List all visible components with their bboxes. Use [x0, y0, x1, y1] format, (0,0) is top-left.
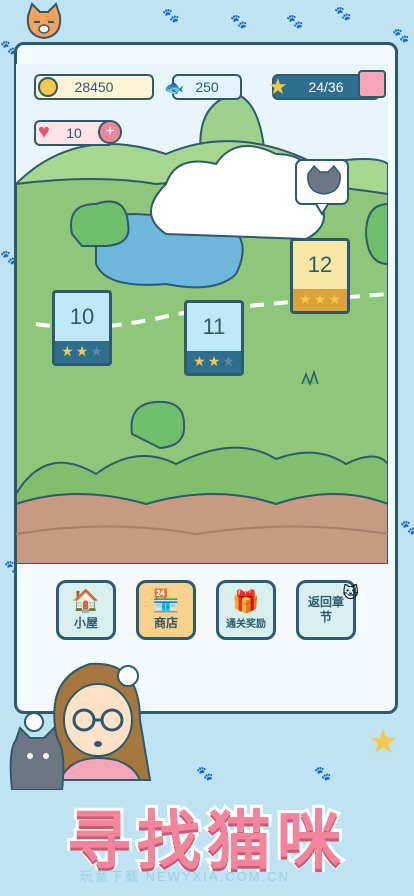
paw-icon: 🐾	[286, 14, 304, 30]
star-icon: ★	[268, 74, 288, 99]
fish-icon: 🐟	[164, 80, 184, 97]
coin-counter: 28450	[34, 74, 154, 100]
star-progress: ★ 24/36	[268, 70, 386, 100]
shop-label: 商店	[153, 615, 178, 630]
watermark: 玩意下载 NEWYXIA.COM.CN	[80, 869, 290, 884]
shop-icon: 🏪	[152, 588, 180, 614]
sparkle-star-icon: ★	[368, 722, 399, 762]
gift-icon[interactable]	[358, 70, 386, 98]
star-progress-value: 24/36	[308, 79, 344, 95]
add-lives-button[interactable]: +	[98, 120, 122, 144]
level-node-10[interactable]: 10 ★ ★ ★	[52, 290, 112, 366]
heart-icon: ♥	[38, 121, 50, 143]
back-chapter-button[interactable]: 返回章节 🐱	[296, 580, 359, 640]
paw-icon: 🐾	[392, 28, 410, 44]
paw-icon: 🐾	[162, 8, 180, 24]
paw-icon: 🐾	[196, 766, 214, 782]
gift-icon: 🎁	[232, 589, 260, 615]
fish-counter: 🐟 250	[164, 74, 242, 100]
lives-value: 10	[66, 125, 82, 141]
reward-button[interactable]: 🎁 通关奖励	[216, 580, 276, 640]
level-stars: ★ ★ ★	[187, 351, 241, 373]
level-node-11[interactable]: 11 ★ ★ ★	[184, 300, 244, 376]
level-number: 10	[69, 304, 95, 329]
house-icon: 🏠	[72, 588, 100, 614]
shop-button[interactable]: 🏪 商店	[136, 580, 196, 640]
paw-icon: 🐾	[314, 766, 332, 782]
paw-icon: 🐾	[230, 14, 248, 30]
house-button[interactable]: 🏠 小屋	[56, 580, 116, 640]
cat-icon: 🐱	[342, 583, 359, 602]
character-illustration	[9, 662, 152, 790]
level-number: 11	[202, 314, 226, 339]
paw-icon: 🐾	[334, 6, 352, 22]
coin-value: 28450	[74, 79, 114, 95]
reward-label: 通关奖励	[226, 618, 266, 630]
lives-counter: ♥ 10 +	[34, 120, 122, 146]
coin-icon	[38, 77, 58, 97]
level-node-12[interactable]: 12 ★ ★ ★	[290, 238, 350, 314]
paw-icon: 🐾	[400, 520, 414, 536]
level-stars: ★ ★ ★	[293, 289, 347, 311]
fish-value: 250	[195, 79, 219, 95]
house-label: 小屋	[73, 615, 98, 630]
level-number: 12	[307, 252, 333, 277]
level-stars: ★ ★ ★	[55, 341, 109, 363]
back-chapter-label: 返回章节	[308, 595, 345, 624]
cat-mascot-icon	[26, 2, 62, 40]
